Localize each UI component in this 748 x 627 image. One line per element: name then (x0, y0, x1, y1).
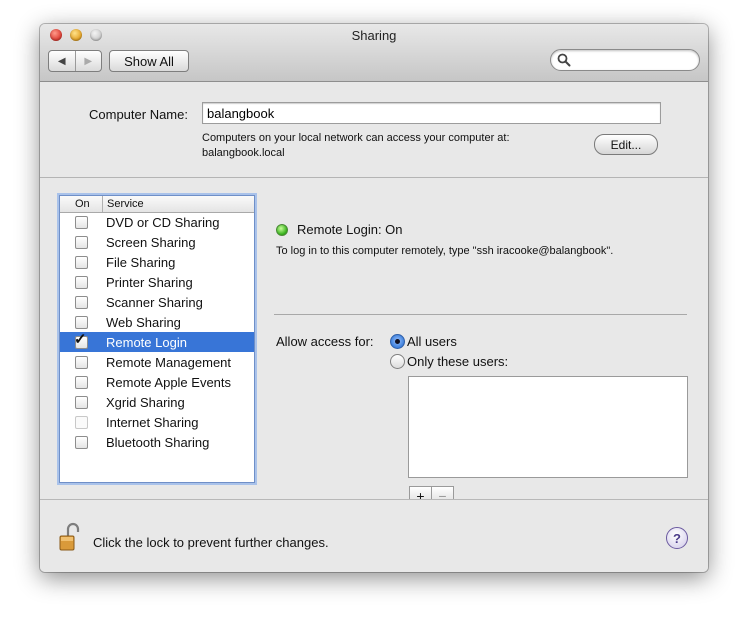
service-label: Printer Sharing (106, 275, 193, 290)
search-icon (557, 53, 571, 67)
service-row-file-sharing[interactable]: File Sharing (60, 252, 254, 272)
service-row-web-sharing[interactable]: Web Sharing (60, 312, 254, 332)
service-row-remote-apple-events[interactable]: Remote Apple Events (60, 372, 254, 392)
service-label: Screen Sharing (106, 235, 196, 250)
service-checkbox[interactable] (75, 376, 88, 389)
back-forward-control: ◀ ▶ (48, 50, 102, 72)
service-label: File Sharing (106, 255, 176, 270)
column-header-service[interactable]: Service (107, 198, 144, 210)
service-label: Remote Management (106, 355, 232, 370)
only-these-users-label[interactable]: Only these users: (407, 354, 508, 369)
service-row-remote-management[interactable]: Remote Management (60, 352, 254, 372)
search-field[interactable] (550, 49, 700, 71)
computer-name-label: Computer Name: (89, 107, 188, 122)
service-row-xgrid-sharing[interactable]: Xgrid Sharing (60, 392, 254, 412)
service-list-header: On Service (60, 196, 254, 213)
service-row-remote-login[interactable]: ✓ Remote Login (60, 331, 254, 352)
footer-bar: Click the lock to prevent further change… (40, 499, 708, 572)
service-label: Scanner Sharing (106, 295, 203, 310)
column-header-on[interactable]: On (75, 198, 90, 210)
back-button[interactable]: ◀ (49, 51, 75, 71)
section-divider (274, 314, 687, 315)
allowed-users-list[interactable] (408, 376, 688, 478)
show-all-button[interactable]: Show All (109, 50, 189, 72)
window-title: Sharing (351, 28, 397, 43)
service-status-description: To log in to this computer remotely, typ… (276, 245, 614, 257)
service-row-internet-sharing[interactable]: Internet Sharing (60, 412, 254, 432)
service-row-scanner-sharing[interactable]: Scanner Sharing (60, 292, 254, 312)
help-button[interactable]: ? (666, 527, 688, 549)
edit-button[interactable]: Edit... (594, 134, 658, 155)
service-checkbox[interactable] (75, 436, 88, 449)
service-row-bluetooth-sharing[interactable]: Bluetooth Sharing (60, 432, 254, 452)
allow-access-label: Allow access for: (276, 334, 374, 349)
search-input[interactable] (573, 52, 695, 69)
all-users-label[interactable]: All users (407, 334, 457, 349)
service-row-screen-sharing[interactable]: Screen Sharing (60, 232, 254, 252)
network-address-value: balangbook.local (202, 147, 285, 159)
forward-button[interactable]: ▶ (74, 51, 102, 71)
service-label: Bluetooth Sharing (106, 435, 210, 450)
only-these-users-radio[interactable] (390, 354, 405, 369)
service-label: Remote Apple Events (106, 375, 232, 390)
toolbar: Sharing ◀ ▶ Show All (40, 24, 708, 82)
network-address-info: Computers on your local network can acce… (202, 131, 510, 161)
service-checkbox[interactable] (75, 256, 88, 269)
checkmark-icon: ✓ (74, 331, 87, 348)
service-row-dvd-cd-sharing[interactable]: DVD or CD Sharing (60, 212, 254, 232)
service-checkbox[interactable] (75, 276, 88, 289)
status-indicator-icon (276, 224, 288, 236)
service-checkbox[interactable] (75, 316, 88, 329)
column-divider (102, 196, 103, 212)
service-label: Xgrid Sharing (106, 395, 185, 410)
service-checkbox[interactable] (75, 356, 88, 369)
lock-open-icon[interactable] (59, 522, 81, 552)
service-row-printer-sharing[interactable]: Printer Sharing (60, 272, 254, 292)
network-address-description: Computers on your local network can acce… (202, 132, 510, 144)
service-checkbox[interactable] (75, 236, 88, 249)
computer-name-section: Computer Name: Computers on your local n… (40, 82, 708, 178)
service-label: DVD or CD Sharing (106, 215, 220, 230)
service-checkbox[interactable] (75, 396, 88, 409)
service-list[interactable]: On Service DVD or CD Sharing Screen Shar… (59, 195, 255, 483)
service-checkbox[interactable] (75, 296, 88, 309)
computer-name-field[interactable] (202, 102, 661, 124)
service-label: Internet Sharing (106, 415, 199, 430)
service-checkbox[interactable] (75, 216, 88, 229)
main-pane: On Service DVD or CD Sharing Screen Shar… (40, 178, 708, 505)
service-label: Remote Login (106, 335, 187, 350)
service-status-title: Remote Login: On (297, 222, 403, 237)
lock-message: Click the lock to prevent further change… (93, 535, 329, 550)
service-label: Web Sharing (106, 315, 181, 330)
all-users-radio[interactable] (390, 334, 405, 349)
sharing-window: Sharing ◀ ▶ Show All Computer Name: Comp… (40, 24, 708, 572)
service-checkbox[interactable] (75, 416, 88, 429)
